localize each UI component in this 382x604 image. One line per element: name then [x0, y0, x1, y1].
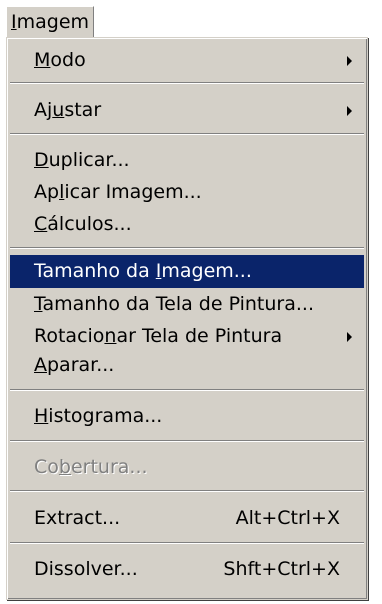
menu-item-ajustar-post: star: [64, 99, 102, 121]
submenu-arrow-icon: [347, 56, 352, 66]
menu-item-extract-label: Extract...: [34, 507, 121, 529]
menu-item-cobertura: Cobertura...: [10, 451, 364, 484]
menu-item-tamanho-imagem[interactable]: Tamanho da Imagem...: [10, 255, 364, 288]
menu-item-rotacionar-mnemonic: n: [104, 325, 117, 347]
menu-item-ajustar[interactable]: Ajustar: [10, 94, 364, 127]
menu-item-aplicar-pre: Ap: [34, 181, 60, 203]
menu-item-duplicar-post: uplicar...: [48, 149, 130, 171]
menu-item-tamanho-imagem-post: magem...: [161, 260, 252, 282]
menu-separator: [10, 247, 364, 249]
imagem-dropdown-menu: Modo Ajustar Duplicar... Aplicar Imagem.…: [6, 37, 368, 600]
menu-item-cobertura-mnemonic: b: [58, 456, 71, 478]
menu-imagem-label: magem: [16, 11, 90, 33]
menu-item-histograma-post: istograma...: [48, 405, 163, 427]
menu-separator: [10, 389, 364, 391]
menu-item-aparar-post: parar...: [47, 354, 115, 376]
submenu-arrow-icon: [347, 332, 352, 342]
menu-item-aparar-mnemonic: A: [34, 354, 47, 376]
menu-item-ajustar-mnemonic: u: [52, 99, 65, 121]
menu-item-dissolver-label: Dissolver...: [34, 558, 138, 580]
menu-item-tamanho-imagem-pre: Tamanho da: [34, 260, 156, 282]
menu-item-modo-mnemonic: M: [34, 49, 51, 71]
menu-item-dissolver[interactable]: Dissolver... Shft+Ctrl+X: [10, 553, 364, 586]
menu-imagem[interactable]: Imagem: [6, 6, 95, 38]
menu-separator: [10, 490, 364, 492]
menu-item-modo[interactable]: Modo: [10, 44, 364, 77]
menu-item-duplicar[interactable]: Duplicar...: [10, 144, 364, 177]
menu-separator: [10, 440, 364, 442]
menu-item-aplicar-post: icar Imagem...: [64, 181, 202, 203]
menu-item-dissolver-shortcut: Shft+Ctrl+X: [223, 558, 340, 580]
submenu-arrow-icon: [347, 106, 352, 116]
menu-item-tamanho-tela[interactable]: Tamanho da Tela de Pintura...: [10, 288, 364, 321]
menu-item-cobertura-pre: Co: [34, 456, 59, 478]
menu-item-modo-post: odo: [50, 49, 86, 71]
menu-item-ajustar-pre: Aj: [34, 99, 53, 121]
menu-item-histograma[interactable]: Histograma...: [10, 400, 364, 433]
menu-item-extract[interactable]: Extract... Alt+Ctrl+X: [10, 502, 364, 535]
menu-separator: [10, 82, 364, 84]
menu-separator: [10, 133, 364, 135]
menu-item-aparar[interactable]: Aparar...: [10, 349, 364, 382]
menu-item-rotacionar-post: ar Tela de Pintura: [116, 325, 283, 347]
menu-item-cobertura-post: ertura...: [70, 456, 148, 478]
menu-item-aplicar-imagem[interactable]: Aplicar Imagem...: [10, 176, 364, 209]
menu-item-histograma-mnemonic: H: [34, 405, 49, 427]
menu-item-calculos-mnemonic: C: [34, 213, 48, 235]
menu-item-calculos-post: álculos...: [47, 213, 132, 235]
menu-item-extract-shortcut: Alt+Ctrl+X: [235, 507, 340, 529]
menu-item-rotacionar-pre: Rotacio: [34, 325, 105, 347]
menu-separator: [10, 542, 364, 544]
menu-item-duplicar-mnemonic: D: [34, 149, 49, 171]
menu-item-tamanho-tela-post: amanho da Tela de Pintura...: [42, 293, 314, 315]
menu-item-calculos[interactable]: Cálculos...: [10, 208, 364, 241]
